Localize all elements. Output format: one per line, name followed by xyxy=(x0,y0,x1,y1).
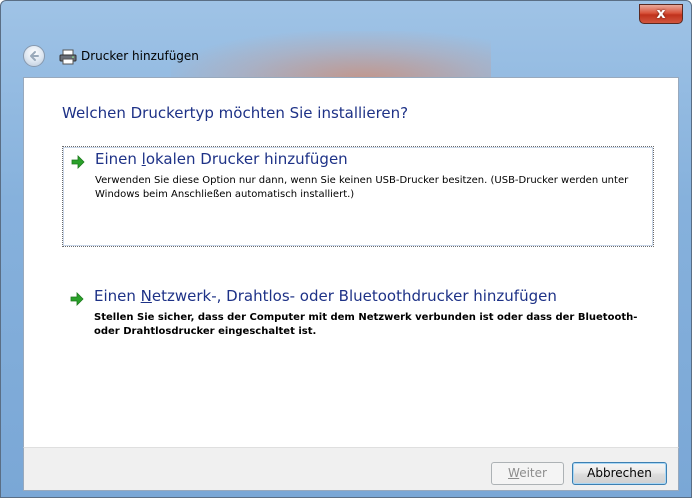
option-local-printer[interactable]: Einen lokalen Drucker hinzufügen Verwend… xyxy=(62,146,654,247)
page-heading: Welchen Druckertyp möchten Sie installie… xyxy=(62,104,409,122)
option-description: Stellen Sie sicher, dass der Computer mi… xyxy=(94,312,638,337)
back-button[interactable] xyxy=(23,45,45,67)
close-icon: x xyxy=(656,6,666,22)
green-arrow-icon xyxy=(71,155,85,169)
option-title: Einen lokalen Drucker hinzufügen xyxy=(95,150,348,168)
next-button[interactable]: Weiter xyxy=(491,462,564,485)
option-title: Einen Netzwerk-, Drahtlos- oder Bluetoot… xyxy=(94,287,557,305)
green-arrow-icon xyxy=(70,292,84,306)
printer-icon xyxy=(59,49,77,65)
option-description: Verwenden Sie diese Option nur dann, wen… xyxy=(95,175,629,200)
option-network-printer[interactable]: Einen Netzwerk-, Drahtlos- oder Bluetoot… xyxy=(62,284,654,354)
back-arrow-icon xyxy=(30,51,39,61)
content-panel: Welchen Druckertyp möchten Sie installie… xyxy=(23,77,679,448)
cancel-button[interactable]: Abbrechen xyxy=(572,462,667,485)
close-button[interactable]: x xyxy=(639,4,683,24)
button-bar: Weiter Abbrechen xyxy=(23,447,679,491)
title-bar: x Drucker hinzufügen xyxy=(1,1,691,75)
window-title: Drucker hinzufügen xyxy=(81,49,199,63)
wizard-window: x Drucker hinzufügen Welchen Druckertyp … xyxy=(0,0,692,498)
